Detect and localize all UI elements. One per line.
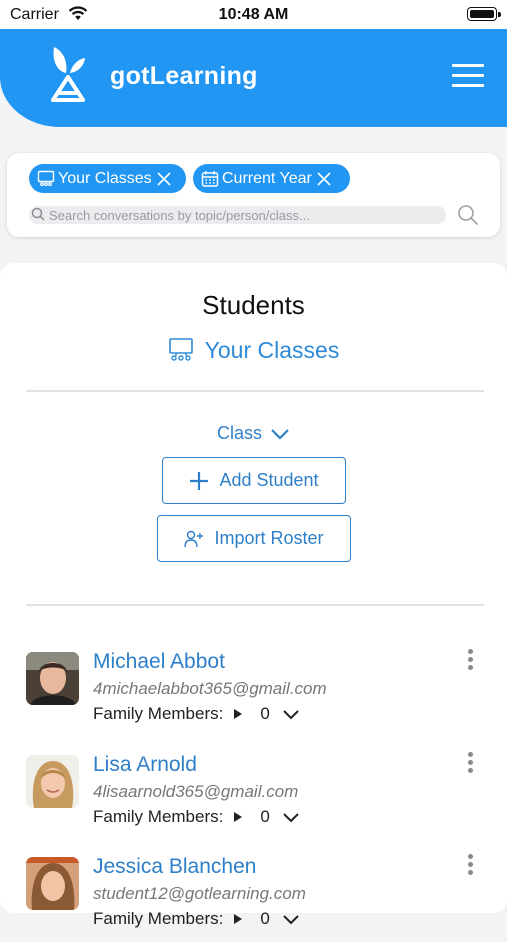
divider: [26, 604, 484, 606]
family-members-count: 0: [260, 704, 270, 723]
import-roster-label: Import Roster: [214, 528, 324, 548]
classroom-icon: [37, 170, 55, 186]
family-members-label: Family Members:: [93, 807, 224, 826]
chip-label: Your Classes: [58, 169, 152, 187]
close-icon[interactable]: [316, 171, 332, 187]
chevron-down-icon[interactable]: [282, 812, 300, 823]
family-members-label: Family Members:: [93, 909, 224, 928]
student-avatar[interactable]: [26, 755, 79, 808]
search-field-container: [29, 206, 446, 224]
family-members-row: Family Members: 0: [93, 807, 300, 827]
status-bar: Carrier 10:48 AM: [0, 0, 507, 29]
search-input[interactable]: [49, 206, 444, 224]
chip-label: Current Year: [222, 169, 312, 187]
student-row: Jessica Blanchen student12@gotlearning.c…: [0, 852, 507, 942]
more-options-icon[interactable]: [464, 854, 476, 880]
classroom-icon: [168, 338, 193, 361]
students-card: Students Your Classes Class Add Student …: [0, 263, 507, 928]
more-options-icon[interactable]: [464, 752, 476, 778]
filter-chip-current-year[interactable]: Current Year: [193, 164, 350, 193]
family-members-row: Family Members: 0: [93, 704, 300, 724]
family-members-count: 0: [260, 909, 270, 928]
divider: [26, 390, 484, 392]
class-dropdown-label: Class: [216, 423, 262, 443]
student-avatar[interactable]: [26, 652, 79, 705]
chevron-down-icon: [271, 428, 289, 440]
add-student-button[interactable]: Add Student: [162, 457, 346, 504]
gotlearning-logo-icon: [51, 47, 85, 102]
play-icon[interactable]: [233, 811, 243, 823]
student-email: 4michaelabbot365@gmail.com: [93, 679, 327, 698]
student-row: Lisa Arnold 4lisaarnold365@gmail.com Fam…: [0, 750, 507, 840]
close-icon[interactable]: [156, 171, 172, 187]
family-members-count: 0: [260, 807, 270, 826]
search-icon[interactable]: [457, 204, 479, 226]
student-name[interactable]: Jessica Blanchen: [93, 855, 256, 879]
student-avatar[interactable]: [26, 857, 79, 910]
student-email: 4lisaarnold365@gmail.com: [93, 782, 299, 801]
student-name[interactable]: Michael Abbot: [93, 650, 225, 674]
filter-chip-your-classes[interactable]: Your Classes: [29, 164, 186, 193]
battery-icon: [467, 7, 497, 21]
play-icon[interactable]: [233, 913, 243, 925]
add-person-icon: [184, 530, 204, 547]
calendar-icon: [201, 170, 219, 187]
search-icon: [31, 207, 45, 221]
family-members-row: Family Members: 0: [93, 909, 300, 929]
context-row: Your Classes: [0, 335, 507, 365]
plus-icon: [190, 471, 209, 490]
chevron-down-icon[interactable]: [282, 709, 300, 720]
add-student-label: Add Student: [219, 470, 319, 490]
chevron-down-icon[interactable]: [282, 914, 300, 925]
student-row: Michael Abbot 4michaelabbot365@gmail.com…: [0, 647, 507, 737]
student-email: student12@gotlearning.com: [93, 884, 306, 903]
family-members-label: Family Members:: [93, 704, 224, 723]
student-name[interactable]: Lisa Arnold: [93, 753, 197, 777]
filter-card: Your Classes Current Year: [7, 153, 500, 237]
play-icon[interactable]: [233, 708, 243, 720]
page-title: Students: [202, 290, 305, 320]
class-dropdown[interactable]: Class: [0, 423, 507, 444]
more-options-icon[interactable]: [464, 649, 476, 675]
hamburger-menu-button[interactable]: [452, 64, 484, 92]
app-title: gotLearning: [110, 62, 258, 90]
context-label: Your Classes: [204, 336, 340, 363]
clock: 10:48 AM: [218, 6, 289, 23]
import-roster-button[interactable]: Import Roster: [157, 515, 351, 562]
